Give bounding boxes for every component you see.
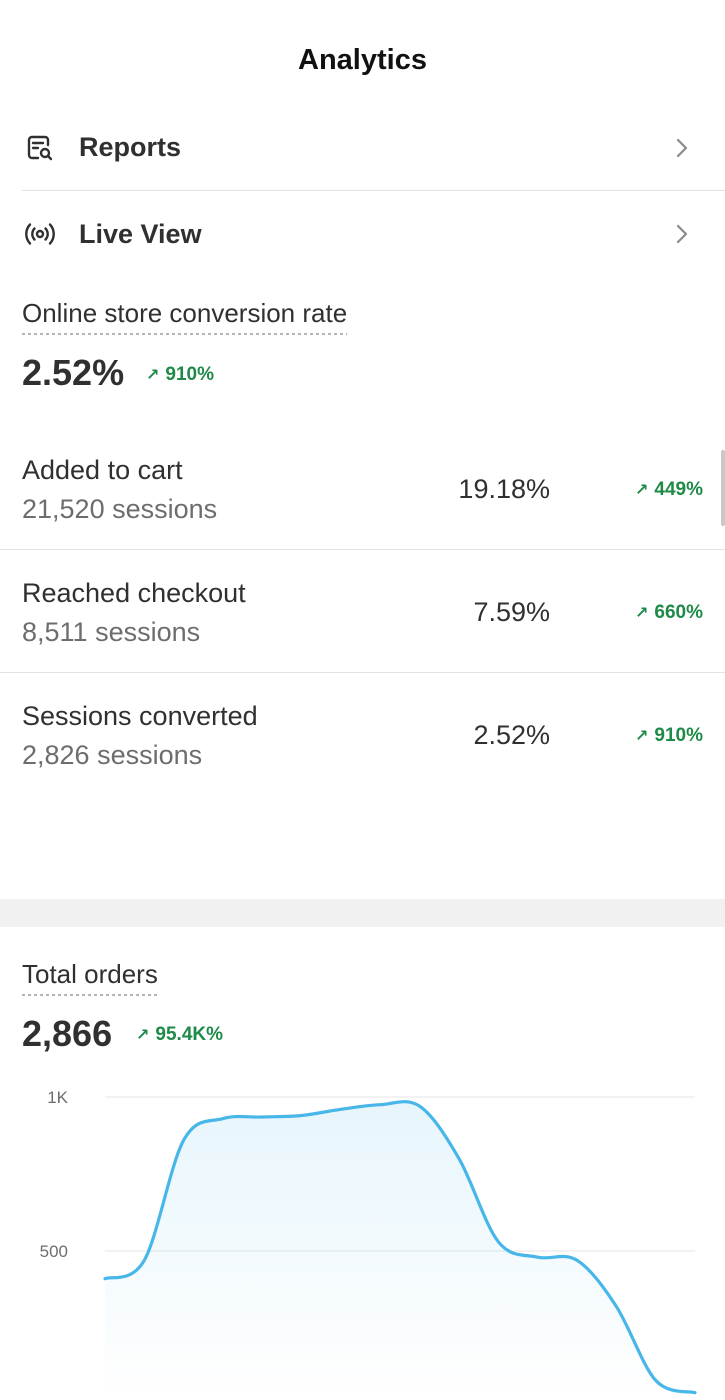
nav-reports-label: Reports xyxy=(79,132,182,162)
trend-up-icon: ↗ xyxy=(136,1027,150,1044)
scrollbar[interactable] xyxy=(721,450,725,526)
total-orders-value: 2,866 xyxy=(22,1013,113,1054)
trend-up-icon: ↗ xyxy=(634,482,649,499)
chart-data-point xyxy=(654,1379,657,1382)
funnel-row-reached-checkout: Reached checkout 8,511 sessions 7.59% ↗ 6… xyxy=(0,550,725,673)
section-divider xyxy=(0,899,725,927)
total-orders-change: ↗ 95.4K% xyxy=(136,1024,223,1046)
chart-data-point xyxy=(693,1391,696,1394)
chart-data-point xyxy=(339,1108,342,1111)
total-orders-title[interactable]: Total orders xyxy=(22,959,158,996)
funnel-step-change: ↗ 449% xyxy=(635,479,703,501)
funnel-step-change-value: 660% xyxy=(654,602,703,623)
report-search-icon xyxy=(22,130,58,166)
chart-data-point xyxy=(300,1114,303,1117)
chevron-right-icon xyxy=(669,221,695,247)
conversion-rate-value: 2.52% xyxy=(22,352,125,393)
chart-data-point xyxy=(261,1115,264,1118)
funnel-step-sessions: 2,826 sessions xyxy=(22,740,203,770)
chart-data-point xyxy=(418,1105,421,1108)
trend-up-icon: ↗ xyxy=(146,367,160,384)
funnel-step-name: Added to cart xyxy=(22,455,183,485)
conversion-rate-change: ↗ 910% xyxy=(146,364,214,386)
funnel-step-sessions: 8,511 sessions xyxy=(22,617,201,647)
funnel-row-sessions-converted: Sessions converted 2,826 sessions 2.52% … xyxy=(0,673,725,796)
y-tick-label: 1K xyxy=(47,1088,68,1107)
funnel-step-change-value: 910% xyxy=(654,725,703,746)
funnel-step-rate: 2.52% xyxy=(473,720,550,750)
funnel-step-change-value: 449% xyxy=(654,479,703,500)
funnel-step-change: ↗ 660% xyxy=(635,602,703,624)
chart-data-point xyxy=(143,1259,146,1262)
funnel-step-name: Reached checkout xyxy=(22,578,246,608)
chart-data-point xyxy=(457,1157,460,1160)
conversion-rate-title[interactable]: Online store conversion rate xyxy=(22,298,348,335)
funnel-step-name: Sessions converted xyxy=(22,701,258,731)
page-title: Analytics xyxy=(298,44,427,76)
chart-data-point xyxy=(103,1277,106,1280)
chart-data-point xyxy=(221,1117,224,1120)
chart-data-point xyxy=(615,1305,618,1308)
live-broadcast-icon xyxy=(22,216,58,252)
funnel-step-rate: 19.18% xyxy=(458,474,550,504)
funnel-step-sessions: 21,520 sessions xyxy=(22,494,218,524)
chart-data-point xyxy=(497,1240,500,1243)
nav-live-view-label: Live View xyxy=(79,218,202,249)
funnel-step-change: ↗ 910% xyxy=(635,725,703,747)
chart-data-point xyxy=(182,1139,185,1142)
chart-data-point xyxy=(575,1259,578,1262)
trend-up-icon: ↗ xyxy=(634,605,649,622)
nav-live-view[interactable]: Live View xyxy=(22,191,725,277)
total-orders-chart[interactable]: 1K 500 xyxy=(0,1080,725,1400)
chevron-right-icon xyxy=(669,135,695,161)
chart-data-point xyxy=(379,1103,382,1106)
total-orders-change-value: 95.4K% xyxy=(155,1024,224,1045)
chart-data-point xyxy=(536,1256,539,1259)
funnel-row-added-to-cart: Added to cart 21,520 sessions 19.18% ↗ 44… xyxy=(0,427,725,550)
y-tick-label: 500 xyxy=(40,1242,68,1261)
nav-reports[interactable]: Reports xyxy=(22,105,725,191)
conversion-rate-change-value: 910% xyxy=(165,364,215,385)
funnel-step-rate: 7.59% xyxy=(473,597,550,627)
trend-up-icon: ↗ xyxy=(634,728,649,745)
